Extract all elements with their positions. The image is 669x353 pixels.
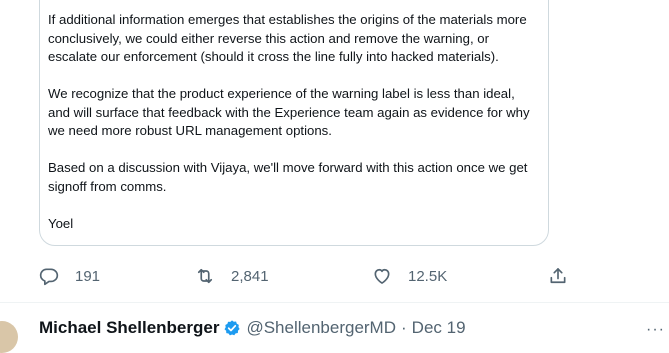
like-count: 12.5K — [408, 267, 448, 285]
tweet-date[interactable]: Dec 19 — [412, 318, 466, 338]
message-paragraph-2: We recognize that the product experience… — [48, 86, 530, 138]
share-button[interactable] — [548, 262, 568, 290]
reply-button[interactable]: 191 — [39, 262, 100, 290]
retweet-icon — [197, 268, 213, 284]
reply-icon — [39, 268, 59, 286]
like-button[interactable]: 12.5K — [372, 262, 447, 290]
heart-icon — [374, 268, 390, 284]
message-paragraph-3: Based on a discussion with Vijaya, we'll… — [48, 160, 528, 194]
author-name[interactable]: Michael Shellenberger — [39, 318, 219, 338]
share-icon — [550, 268, 566, 284]
retweet-count: 2,841 — [231, 267, 269, 285]
retweet-button[interactable]: 2,841 — [195, 262, 269, 290]
message-signature: Yoel — [48, 215, 74, 231]
reply-count: 191 — [75, 267, 101, 285]
next-tweet[interactable]: Michael Shellenberger @ShellenbergerMD ·… — [0, 303, 669, 353]
quoted-message-card[interactable]: If additional information emerges that e… — [39, 0, 549, 246]
verified-badge-icon — [224, 320, 241, 336]
tweet-author-line: Michael Shellenberger @ShellenbergerMD ·… — [39, 318, 466, 338]
more-options-icon[interactable]: ··· — [646, 321, 665, 339]
avatar[interactable] — [0, 321, 18, 353]
message-paragraph-1: If additional information emerges that e… — [48, 12, 527, 64]
meta-separator: · — [401, 318, 407, 337]
author-handle[interactable]: @ShellenbergerMD — [246, 318, 396, 338]
tweet-action-bar: 191 2,841 12.5K — [0, 262, 669, 290]
